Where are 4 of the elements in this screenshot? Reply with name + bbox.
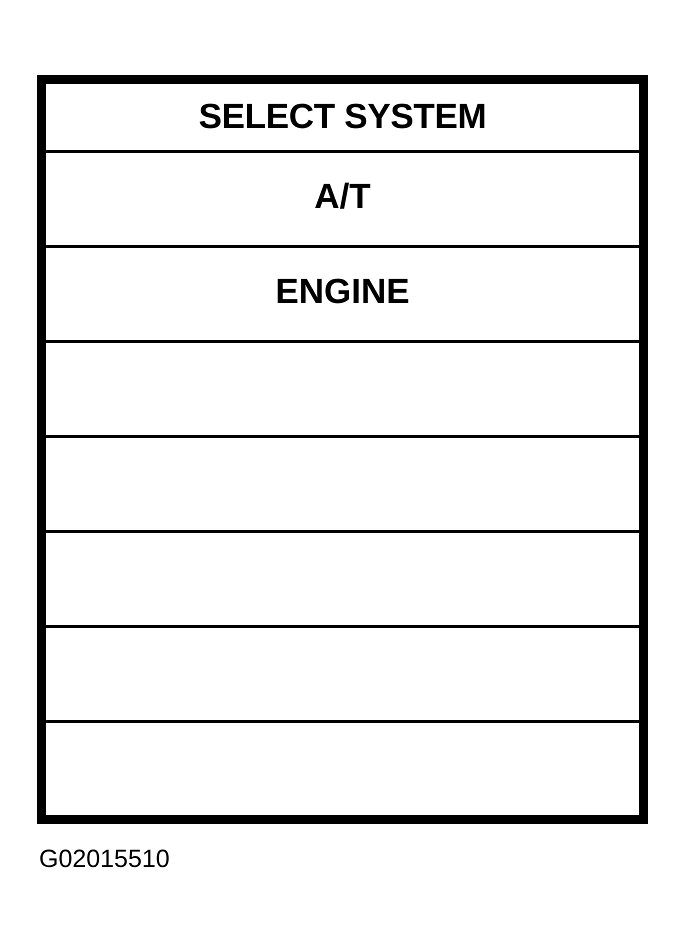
menu-option[interactable]: A/T	[46, 150, 639, 245]
menu-title: SELECT SYSTEM	[198, 98, 486, 136]
figure-code: G02015510	[39, 844, 170, 874]
menu-option[interactable]: ENGINE	[46, 245, 639, 340]
